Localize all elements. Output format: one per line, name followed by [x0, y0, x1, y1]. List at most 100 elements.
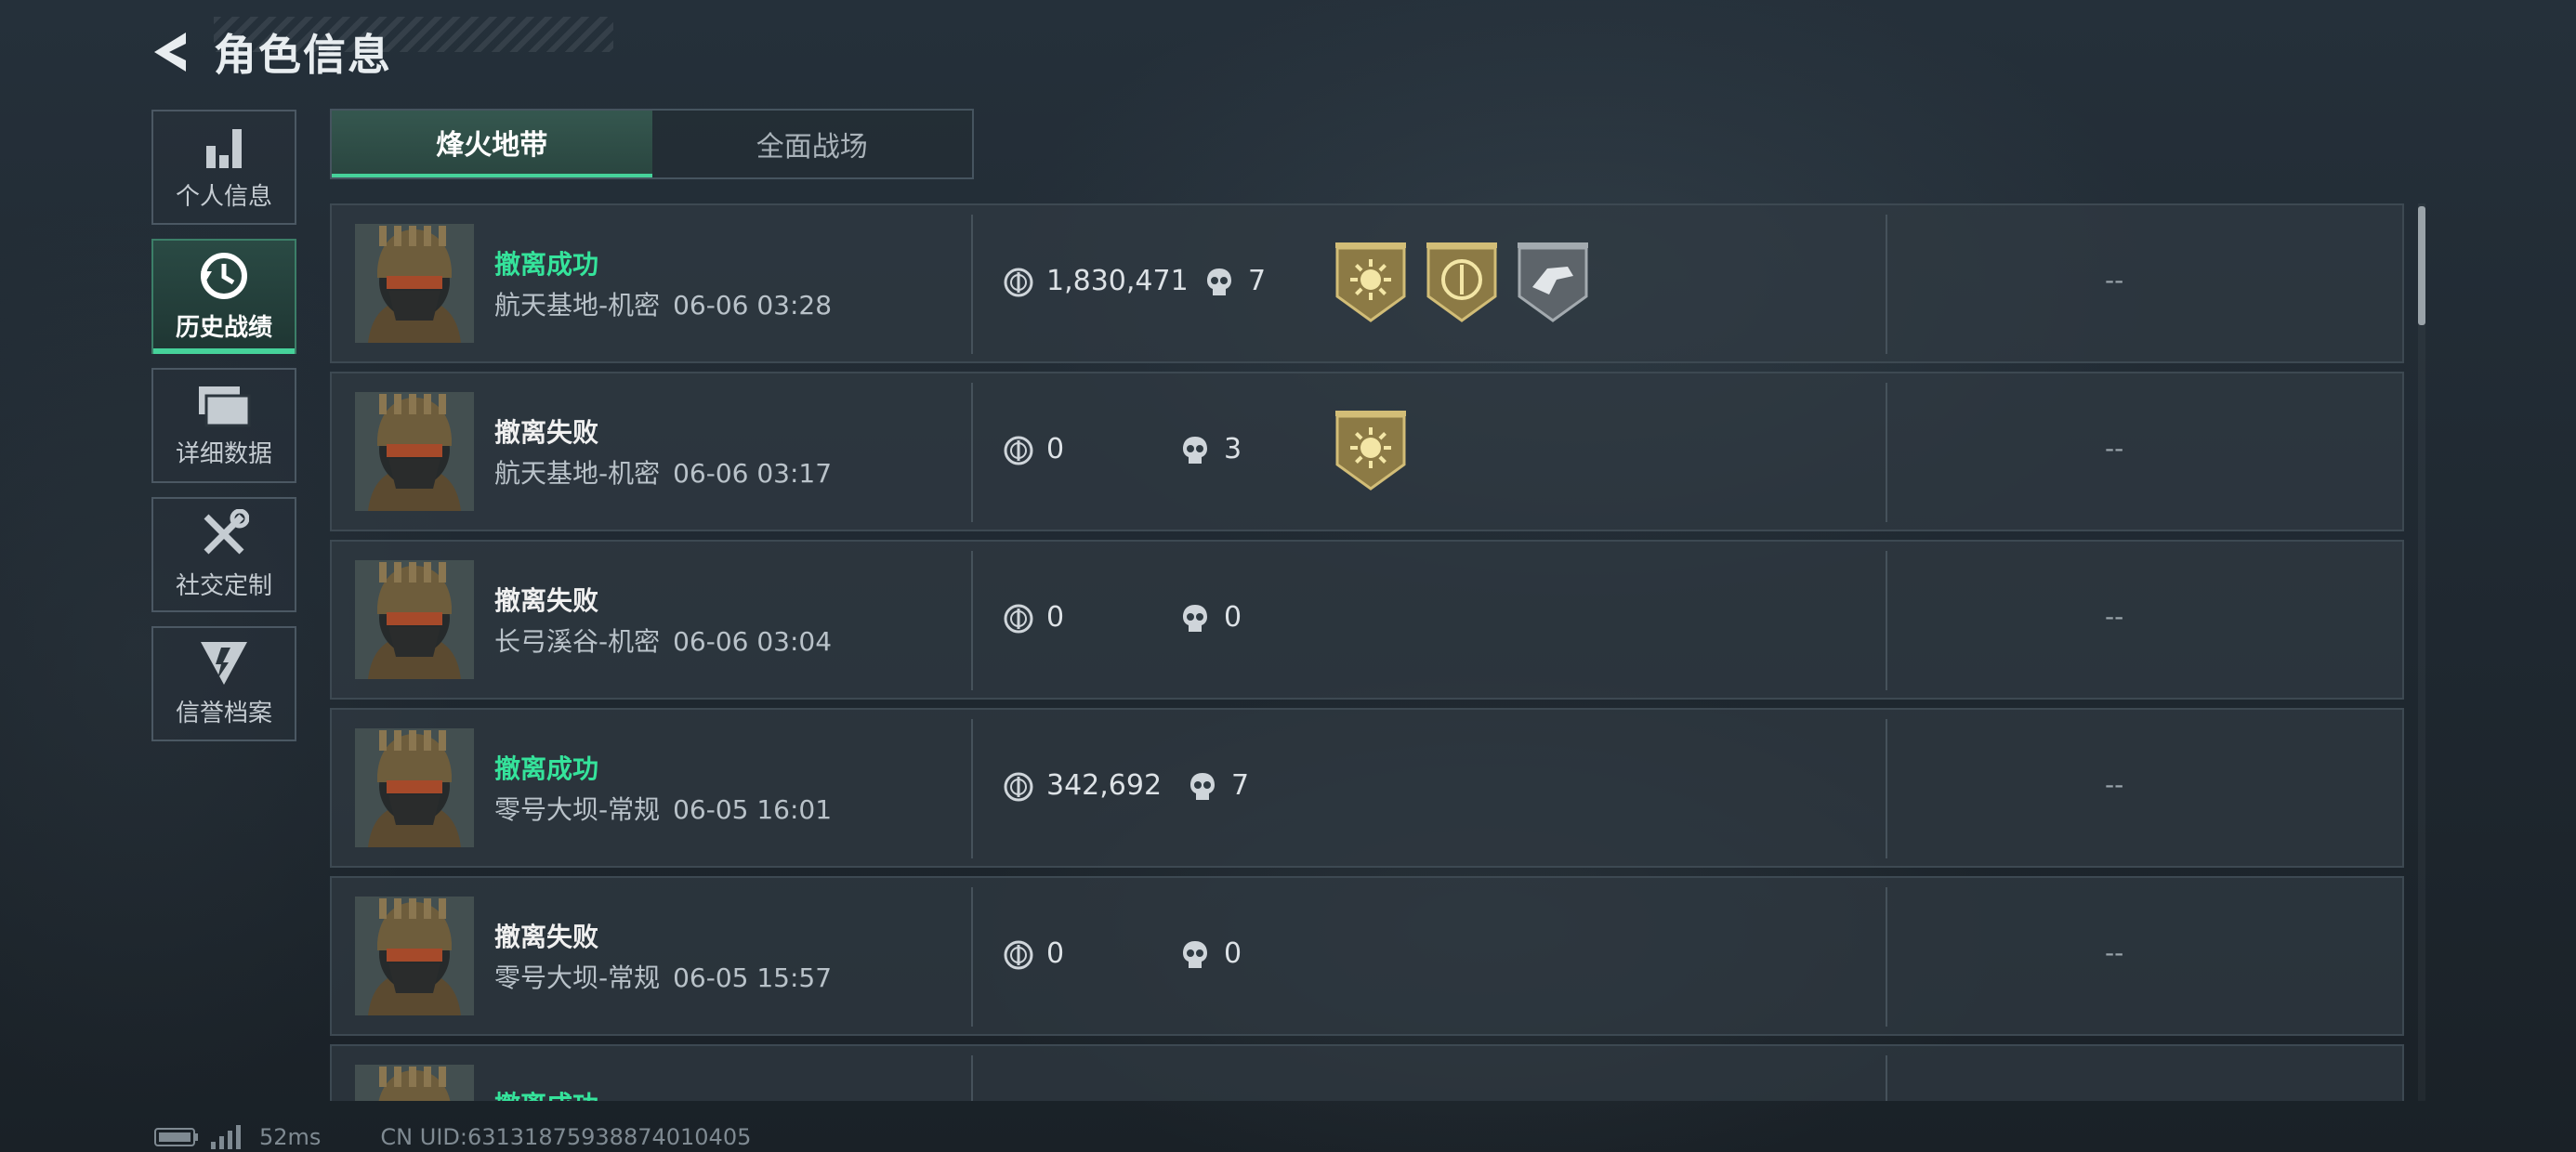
kill-count: 3: [1224, 433, 1242, 465]
folder-icon: [199, 386, 251, 426]
operator-avatar: [355, 897, 474, 1015]
mode-tabs: 烽火地带 全面战场: [330, 109, 974, 179]
extraction-status: 撤离失败: [494, 922, 599, 952]
sun-medal-icon[interactable]: [1334, 242, 1408, 322]
map-time-info: 零号大坝-常规 06-05 15:57: [494, 958, 832, 995]
haul-value: 0: [1046, 601, 1065, 634]
column-divider: [1886, 719, 1887, 858]
operator-avatar: [355, 392, 474, 511]
column-divider: [1886, 887, 1887, 1027]
extra-info: --: [2105, 433, 2124, 464]
value-coin-icon: [1004, 268, 1033, 297]
skull-kill-icon: [1183, 437, 1207, 464]
haul-value: 0: [1046, 937, 1065, 970]
nav-label: 历史战绩: [175, 313, 272, 342]
map-time-info: 零号大坝-常规 06-05 16:01: [494, 790, 832, 827]
match-row[interactable]: 撤离成功零号大坝-常规 06-05 16:01 342,692 7 --: [330, 708, 2404, 868]
extra-info: --: [2105, 601, 2124, 632]
status-footer: 52ms CN UID:631318759388740104​05: [153, 1124, 751, 1150]
coin-medal-icon[interactable]: [1425, 242, 1499, 322]
column-divider: [971, 1055, 973, 1101]
uid-text: CN UID:631318759388740104​05: [380, 1124, 752, 1150]
map-time-info: 航天基地-机密 06-06 03:17: [494, 453, 832, 491]
scrollbar-thumb[interactable]: [2418, 206, 2425, 325]
value-coin-icon: [1004, 604, 1033, 634]
match-time: 06-06 03:17: [673, 458, 833, 489]
map-name: 航天基地-机密: [494, 290, 661, 321]
skull-kill-icon: [1183, 941, 1207, 968]
tools-icon: [204, 508, 249, 554]
extraction-status: 撤离失败: [494, 585, 599, 616]
map-name: 航天基地-机密: [494, 458, 661, 489]
match-history-list[interactable]: 撤离成功 航天基地-机密 06-06 03:28 1,830,471 7 -- 撤离失败 航天…: [330, 203, 2404, 1101]
map-name: 长弓溪谷-机密: [494, 626, 661, 657]
haul-value: 342,692: [1046, 769, 1163, 802]
reputation-shield-icon: [201, 641, 247, 685]
operator-avatar: [355, 560, 474, 679]
map-time-info: 长弓溪谷-机密 06-06 03:04: [494, 622, 832, 659]
extra-info: --: [2105, 265, 2124, 295]
haul-value: 0: [1046, 433, 1065, 465]
match-time: 06-06 03:28: [673, 290, 833, 321]
nav-label: 社交定制: [175, 571, 272, 600]
side-navigation: 个人信息 历史战绩 详细数据 社交定制 信誉档案: [151, 110, 300, 755]
extraction-status: 撤离成功: [494, 753, 599, 784]
nav-label: 个人信息: [175, 182, 272, 211]
skull-kill-icon: [1190, 773, 1215, 800]
value-coin-icon: [1004, 772, 1033, 802]
signal-icon: [211, 1125, 241, 1149]
sun-medal-icon[interactable]: [1334, 411, 1408, 491]
battery-icon: [154, 1128, 198, 1146]
kill-count: 7: [1248, 265, 1267, 297]
column-divider: [971, 383, 973, 522]
nav-label: 详细数据: [175, 439, 272, 468]
tab-warfare[interactable]: 全面战场: [652, 111, 973, 177]
column-divider: [971, 215, 973, 354]
clock-history-icon: [201, 252, 247, 299]
map-name: 零号大坝-常规: [494, 794, 661, 825]
match-row[interactable]: 撤离失败航天基地-机密 06-06 03:17 0 3 --: [330, 372, 2404, 531]
match-time: 06-06 03:04: [673, 626, 833, 657]
column-divider: [971, 719, 973, 858]
column-divider: [1886, 1055, 1887, 1101]
extraction-status: 撤离成功: [494, 1085, 598, 1101]
column-divider: [1886, 383, 1887, 522]
column-divider: [1886, 551, 1887, 690]
extraction-status: 撤离成功: [494, 249, 599, 280]
column-divider: [1886, 215, 1887, 354]
match-time: 06-05 15:57: [673, 962, 833, 993]
haul-value: 1,830,471: [1046, 265, 1189, 297]
page-header: 角色信息: [149, 19, 392, 85]
nav-reputation[interactable]: 信誉档案: [151, 626, 296, 741]
column-divider: [971, 551, 973, 690]
kill-count: 0: [1224, 601, 1242, 634]
bar-chart-icon: [206, 128, 242, 168]
nav-social-custom[interactable]: 社交定制: [151, 497, 296, 612]
extraction-status: 撤离失败: [494, 417, 599, 448]
value-coin-icon: [1004, 436, 1033, 465]
operator-avatar: [355, 1065, 474, 1101]
match-row[interactable]: 撤离失败长弓溪谷-机密 06-06 03:04 0 0 --: [330, 540, 2404, 700]
nav-match-history[interactable]: 历史战绩: [151, 239, 296, 354]
back-arrow-icon[interactable]: [149, 29, 193, 75]
extra-info: --: [2105, 769, 2124, 800]
tab-operations[interactable]: 烽火地带: [332, 111, 652, 177]
page-title: 角色信息: [214, 30, 392, 80]
scrollbar-track[interactable]: [2418, 203, 2425, 1101]
nav-personal-info[interactable]: 个人信息: [151, 110, 296, 225]
column-divider: [971, 887, 973, 1027]
skull-kill-icon: [1183, 605, 1207, 632]
kill-count: 0: [1224, 937, 1242, 970]
match-time: 06-05 16:01: [673, 794, 833, 825]
match-row[interactable]: 撤离成功: [330, 1044, 2404, 1101]
map-name: 零号大坝-常规: [494, 962, 661, 993]
operator-avatar: [355, 224, 474, 343]
hand-medal-icon[interactable]: [1516, 242, 1590, 322]
operator-avatar: [355, 728, 474, 847]
ping-text: 52ms: [259, 1124, 322, 1150]
nav-label: 信誉档案: [175, 699, 272, 727]
nav-detailed-data[interactable]: 详细数据: [151, 368, 296, 483]
kill-count: 7: [1231, 769, 1250, 802]
match-row[interactable]: 撤离成功航天基地-机密 06-06 03:28 1,830,471 7 --: [330, 203, 2404, 363]
match-row[interactable]: 撤离失败 零号大坝-常规 06-05 15:57 0 0 --: [330, 876, 2404, 1036]
